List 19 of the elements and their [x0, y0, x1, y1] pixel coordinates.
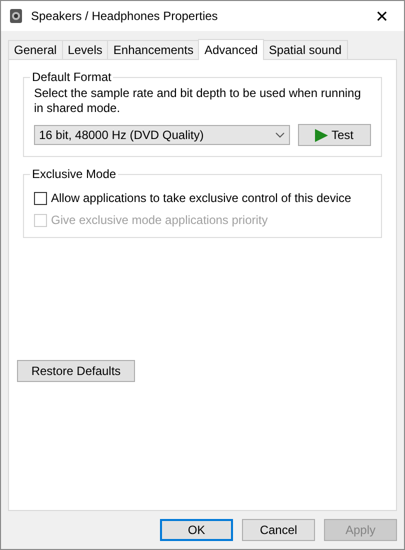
tab[interactable]: General: [8, 40, 63, 59]
group-title: Exclusive Mode: [31, 167, 118, 181]
speaker-icon: [9, 8, 23, 24]
checkbox-label: Give exclusive mode applications priority: [51, 213, 268, 227]
description-text: Select the sample rate and bit depth to be used when running in shared mode.: [34, 86, 362, 116]
tab[interactable]: Spatial sound: [262, 40, 348, 59]
close-button[interactable]: ✕: [360, 1, 404, 31]
play-icon: [315, 128, 328, 142]
tab[interactable]: Advanced: [198, 39, 264, 60]
dialog-button[interactable]: Cancel: [242, 519, 315, 541]
group-title: Default Format: [31, 70, 112, 84]
restore-defaults-button[interactable]: Restore Defaults: [17, 360, 135, 382]
checkbox[interactable]: [34, 192, 47, 204]
dialog-button[interactable]: OK: [160, 519, 233, 541]
chevron-icon: [275, 132, 285, 138]
window-title: Speakers / Headphones Properties: [31, 9, 219, 23]
checkbox-label: Allow applications to take exclusive control of this device: [51, 191, 352, 205]
test-button[interactable]: Test: [298, 124, 371, 146]
format-dropdown[interactable]: 16 bit, 48000 Hz (DVD Quality): [34, 125, 290, 145]
